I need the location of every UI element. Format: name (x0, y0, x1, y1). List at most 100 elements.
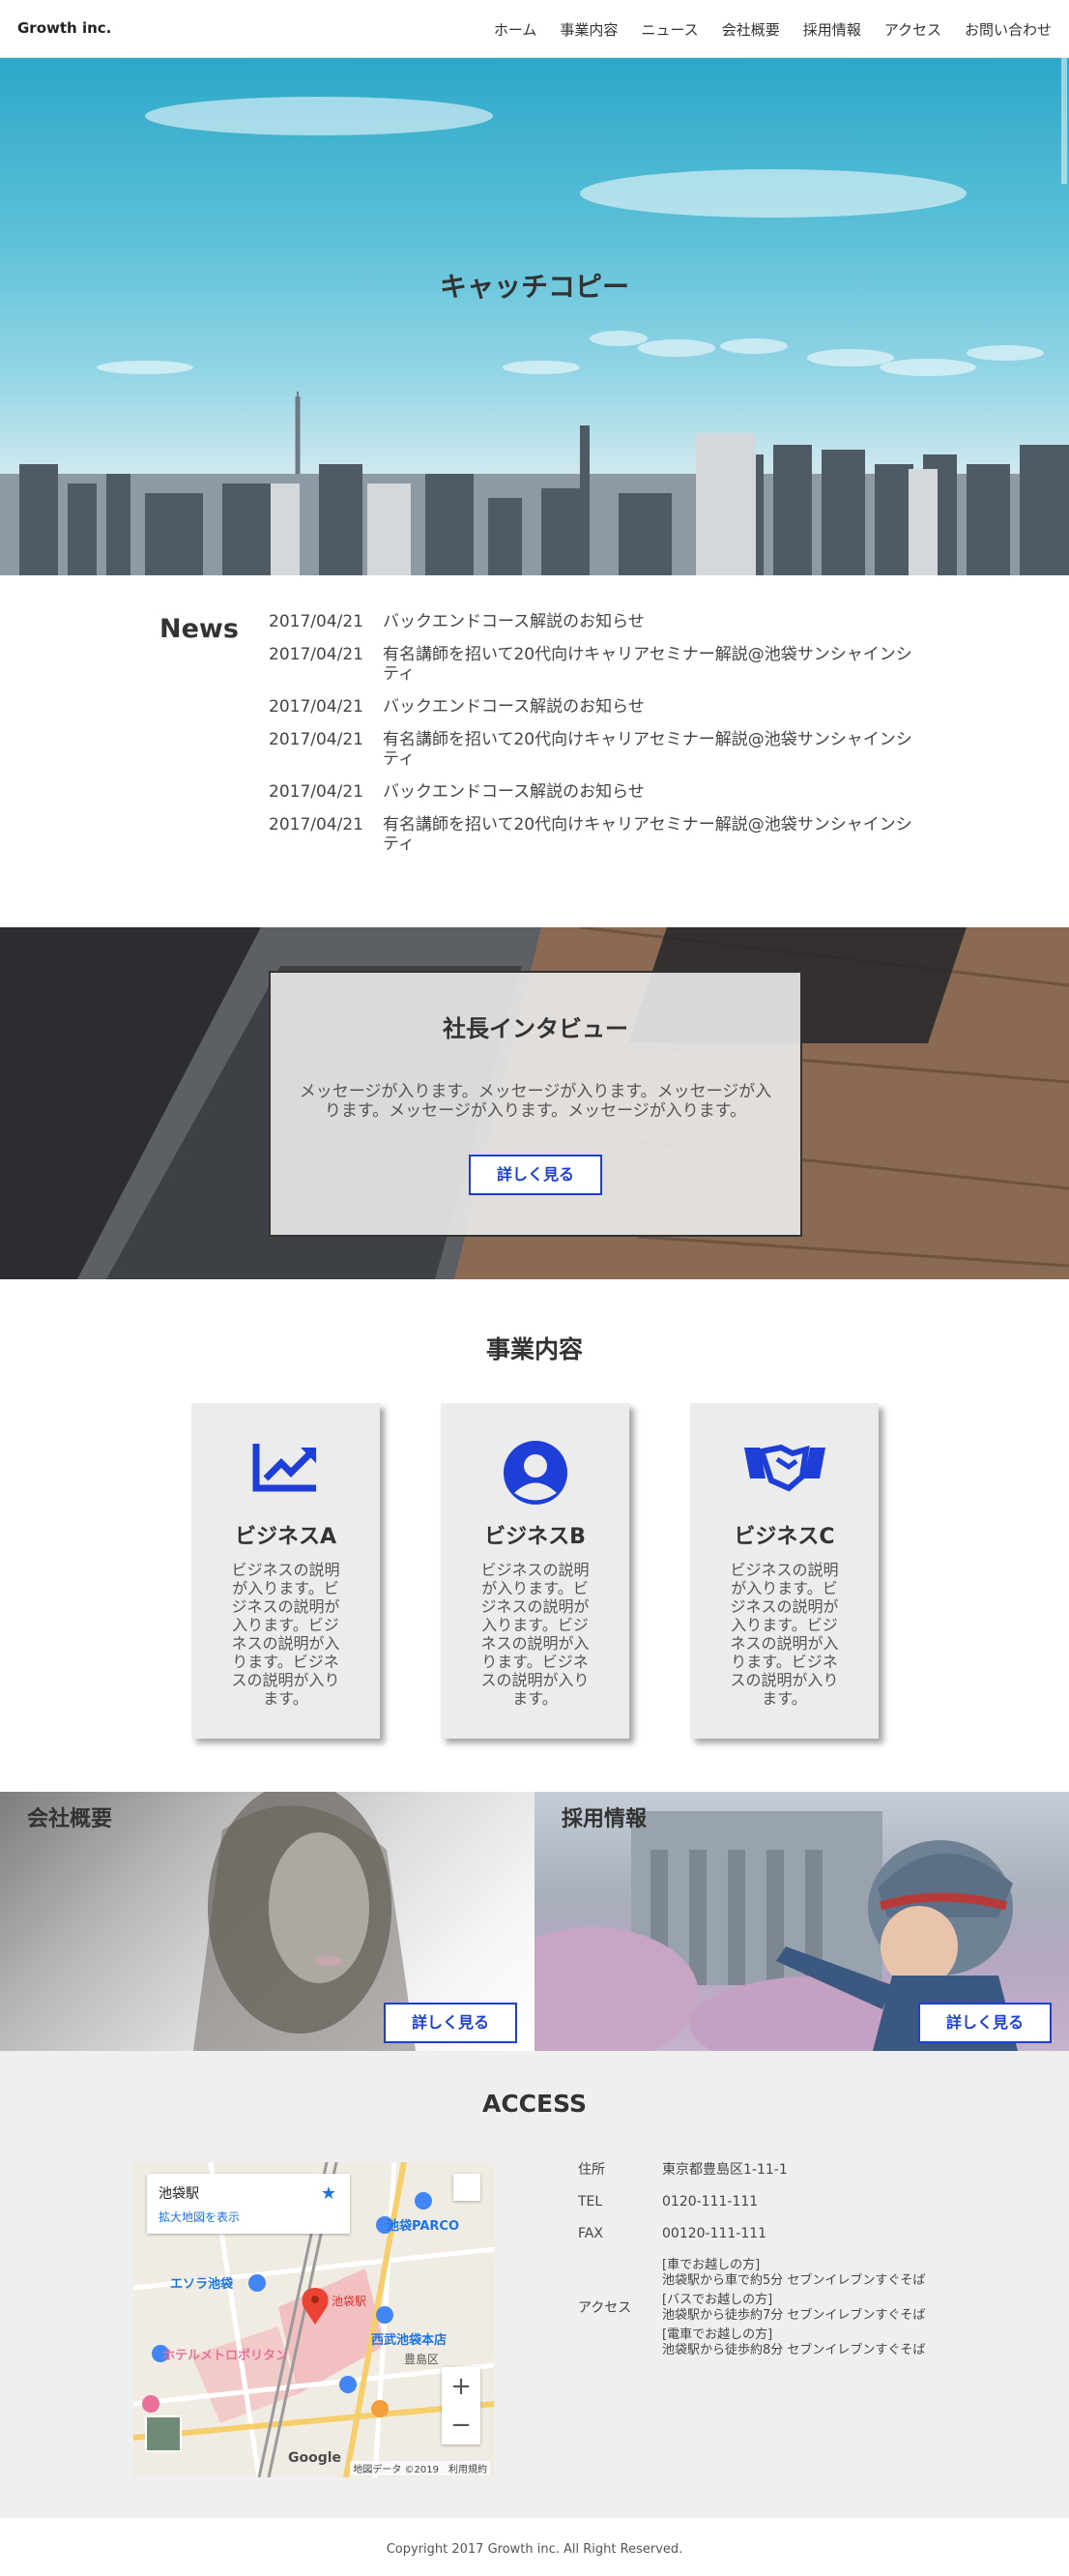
map-label-parco: 池袋PARCO (387, 2218, 459, 2234)
news-title[interactable]: バックエンドコース解説のお知らせ (383, 782, 916, 802)
map-label-hotel: ホテルメトロポリタン (162, 2348, 288, 2363)
company-more-button[interactable]: 詳しく見る (384, 2003, 517, 2043)
business-name: ビジネスC (734, 1525, 835, 1549)
news-heading: News (159, 614, 239, 644)
company-title: 会社概要 (27, 1807, 113, 1831)
business-card-b[interactable]: ビジネスB ビジネスの説明が入ります。ビジネスの説明が入ります。ビジネスの説明が… (441, 1403, 629, 1739)
pegman-icon[interactable] (453, 2174, 480, 2201)
news-item[interactable]: 2017/04/21 バックエンドコース解説のお知らせ (269, 782, 916, 802)
access-text: 池袋駅から徒歩約7分 セブンイレブンすぐそば (662, 2308, 926, 2323)
news-list: 2017/04/21 バックエンドコース解説のお知らせ 2017/04/21 有… (269, 612, 916, 867)
news-title[interactable]: 有名講師を招いて20代向けキャリアセミナー解説@池袋サンシャインシティ (383, 815, 916, 854)
info-value: 0120-111-111 (662, 2194, 759, 2210)
recruit-title: 採用情報 (562, 1807, 648, 1831)
nav-news[interactable]: ニュース (641, 19, 698, 40)
news-item[interactable]: 2017/04/21 有名講師を招いて20代向けキャリアセミナー解説@池袋サンシ… (269, 645, 916, 684)
news-section: News 2017/04/21 バックエンドコース解説のお知らせ 2017/04… (0, 575, 1069, 927)
info-value: 00120-111-111 (662, 2226, 767, 2241)
nav-access[interactable]: アクセス (884, 19, 941, 40)
main-nav: ホーム 事業内容 ニュース 会社概要 採用情報 アクセス お問い合わせ (494, 19, 1052, 40)
news-title[interactable]: 有名講師を招いて20代向けキャリアセミナー解説@池袋サンシャインシティ (383, 645, 916, 684)
nav-company[interactable]: 会社概要 (722, 19, 780, 40)
news-item[interactable]: 2017/04/21 有名講師を招いて20代向けキャリアセミナー解説@池袋サンシ… (269, 815, 916, 854)
company-section: 会社概要 詳しく見る (0, 1792, 534, 2051)
map-layers-button[interactable] (145, 2415, 182, 2452)
copyright: Copyright 2017 Growth inc. All Right Res… (386, 2542, 683, 2557)
business-name: ビジネスA (234, 1525, 337, 1549)
access-section: ACCESS 池袋PARCO エソラ池袋 池袋駅 西武池袋本店 ホテルメトロポリ… (0, 2051, 1069, 2518)
news-item[interactable]: 2017/04/21 バックエンドコース解説のお知らせ (269, 612, 916, 631)
map-enlarge-link[interactable]: 拡大地図を表示 (159, 2209, 338, 2225)
news-title[interactable]: バックエンドコース解説のお知らせ (383, 612, 916, 631)
news-title[interactable]: 有名講師を招いて20代向けキャリアセミナー解説@池袋サンシャインシティ (383, 730, 916, 769)
business-title: 事業内容 (485, 1335, 583, 1363)
news-item[interactable]: 2017/04/21 有名講師を招いて20代向けキャリアセミナー解説@池袋サンシ… (269, 730, 916, 769)
city-skyline-image (0, 97, 1069, 575)
news-date: 2017/04/21 (269, 730, 363, 749)
handshake-icon (690, 1440, 879, 1508)
google-logo: Google (288, 2450, 342, 2466)
map-zoom-control: + − (442, 2367, 480, 2444)
interview-title: 社長インタビュー (443, 1015, 628, 1042)
news-title[interactable]: バックエンドコース解説のお知らせ (383, 697, 916, 717)
nav-recruit[interactable]: 採用情報 (803, 19, 861, 40)
map-label-toshima: 豊島区 (404, 2352, 439, 2366)
news-date: 2017/04/21 (269, 645, 363, 664)
business-desc: ビジネスの説明が入ります。ビジネスの説明が入ります。ビジネスの説明が入ります。ビ… (730, 1561, 839, 1708)
business-card-a[interactable]: ビジネスA ビジネスの説明が入ります。ビジネスの説明が入ります。ビジネスの説明が… (191, 1403, 380, 1739)
business-desc: ビジネスの説明が入ります。ビジネスの説明が入ります。ビジネスの説明が入ります。ビ… (231, 1561, 340, 1708)
recruit-section: 採用情報 詳しく見る (534, 1792, 1069, 2051)
recruit-more-button[interactable]: 詳しく見る (918, 2003, 1052, 2043)
map-place-name: 池袋駅 (159, 2186, 199, 2202)
access-text: 池袋駅から徒歩約8分 セブンイレブンすぐそば (662, 2343, 926, 2357)
business-desc: ビジネスの説明が入ります。ビジネスの説明が入ります。ビジネスの説明が入ります。ビ… (480, 1561, 590, 1708)
info-label: FAX (578, 2226, 603, 2241)
embedded-map[interactable]: 池袋PARCO エソラ池袋 池袋駅 西武池袋本店 ホテルメトロポリタン 豊島区 … (133, 2162, 494, 2477)
news-date: 2017/04/21 (269, 697, 363, 717)
info-value: 東京都豊島区1-11-1 (662, 2162, 788, 2178)
interview-card: 社長インタビュー メッセージが入ります。メッセージが入ります。メッセージが入りま… (269, 971, 802, 1237)
map-label-station: 池袋駅 (332, 2295, 366, 2308)
map-label-esola: エソラ池袋 (170, 2276, 234, 2292)
map-info-card: 池袋駅 拡大地図を表示 ★ (147, 2174, 350, 2234)
info-label: 住所 (578, 2162, 605, 2178)
access-head: [バスでお越しの方] (662, 2293, 773, 2307)
interview-more-button[interactable]: 詳しく見る (469, 1155, 602, 1195)
brand-logo[interactable]: Growth inc. (17, 19, 111, 37)
access-text: 池袋駅から車で約5分 セブンイレブンすぐそば (662, 2273, 926, 2288)
info-label: TEL (578, 2194, 603, 2210)
news-date: 2017/04/21 (269, 612, 363, 631)
info-row-tel: TEL 0120-111-111 (578, 2194, 945, 2210)
info-row-address: 住所 東京都豊島区1-11-1 (578, 2162, 945, 2179)
interview-message: メッセージが入ります。メッセージが入ります。メッセージが入ります。メッセージが入… (299, 1082, 772, 1121)
nav-business[interactable]: 事業内容 (560, 19, 618, 40)
star-icon[interactable]: ★ (321, 2183, 336, 2204)
hero-section: キャッチコピー (0, 58, 1069, 575)
interview-section: 社長インタビュー メッセージが入ります。メッセージが入ります。メッセージが入りま… (0, 927, 1069, 1279)
zoom-out-button[interactable]: − (442, 2406, 480, 2444)
business-name: ビジネスB (484, 1525, 586, 1549)
chart-line-icon (191, 1440, 380, 1508)
access-head: [車でお越しの方] (662, 2258, 761, 2272)
info-label: アクセス (578, 2299, 632, 2316)
business-section: 事業内容 ビジネスA ビジネスの説明が入ります。ビジネスの説明が入ります。ビジネ… (0, 1279, 1069, 1792)
access-head: [電車でお越しの方] (662, 2327, 773, 2342)
site-header: Growth inc. ホーム 事業内容 ニュース 会社概要 採用情報 アクセス… (0, 0, 1069, 58)
news-item[interactable]: 2017/04/21 バックエンドコース解説のお知らせ (269, 697, 916, 717)
business-card-c[interactable]: ビジネスC ビジネスの説明が入ります。ビジネスの説明が入ります。ビジネスの説明が… (690, 1403, 879, 1739)
map-credit[interactable]: 地図データ ©2019 利用規約 (350, 2461, 490, 2475)
zoom-in-button[interactable]: + (442, 2367, 480, 2406)
map-label-seibu: 西武池袋本店 (371, 2332, 447, 2348)
nav-home[interactable]: ホーム (494, 19, 537, 40)
site-footer: Copyright 2017 Growth inc. All Right Res… (0, 2518, 1069, 2576)
news-date: 2017/04/21 (269, 782, 363, 802)
access-directions: [車でお越しの方] 池袋駅から車で約5分 セブンイレブンすぐそば [バスでお越し… (662, 2258, 945, 2358)
hero-catch-copy: キャッチコピー (439, 271, 629, 303)
info-row-fax: FAX 00120-111-111 (578, 2226, 945, 2242)
nav-contact[interactable]: お問い合わせ (965, 19, 1052, 40)
info-row-access: アクセス [車でお越しの方] 池袋駅から車で約5分 セブンイレブンすぐそば [バ… (578, 2258, 945, 2358)
user-circle-icon (441, 1440, 629, 1508)
access-info-table: 住所 東京都豊島区1-11-1 TEL 0120-111-111 FAX 001… (578, 2162, 945, 2374)
hero-scrollbar[interactable] (1061, 58, 1067, 184)
access-title: ACCESS (481, 2090, 587, 2118)
